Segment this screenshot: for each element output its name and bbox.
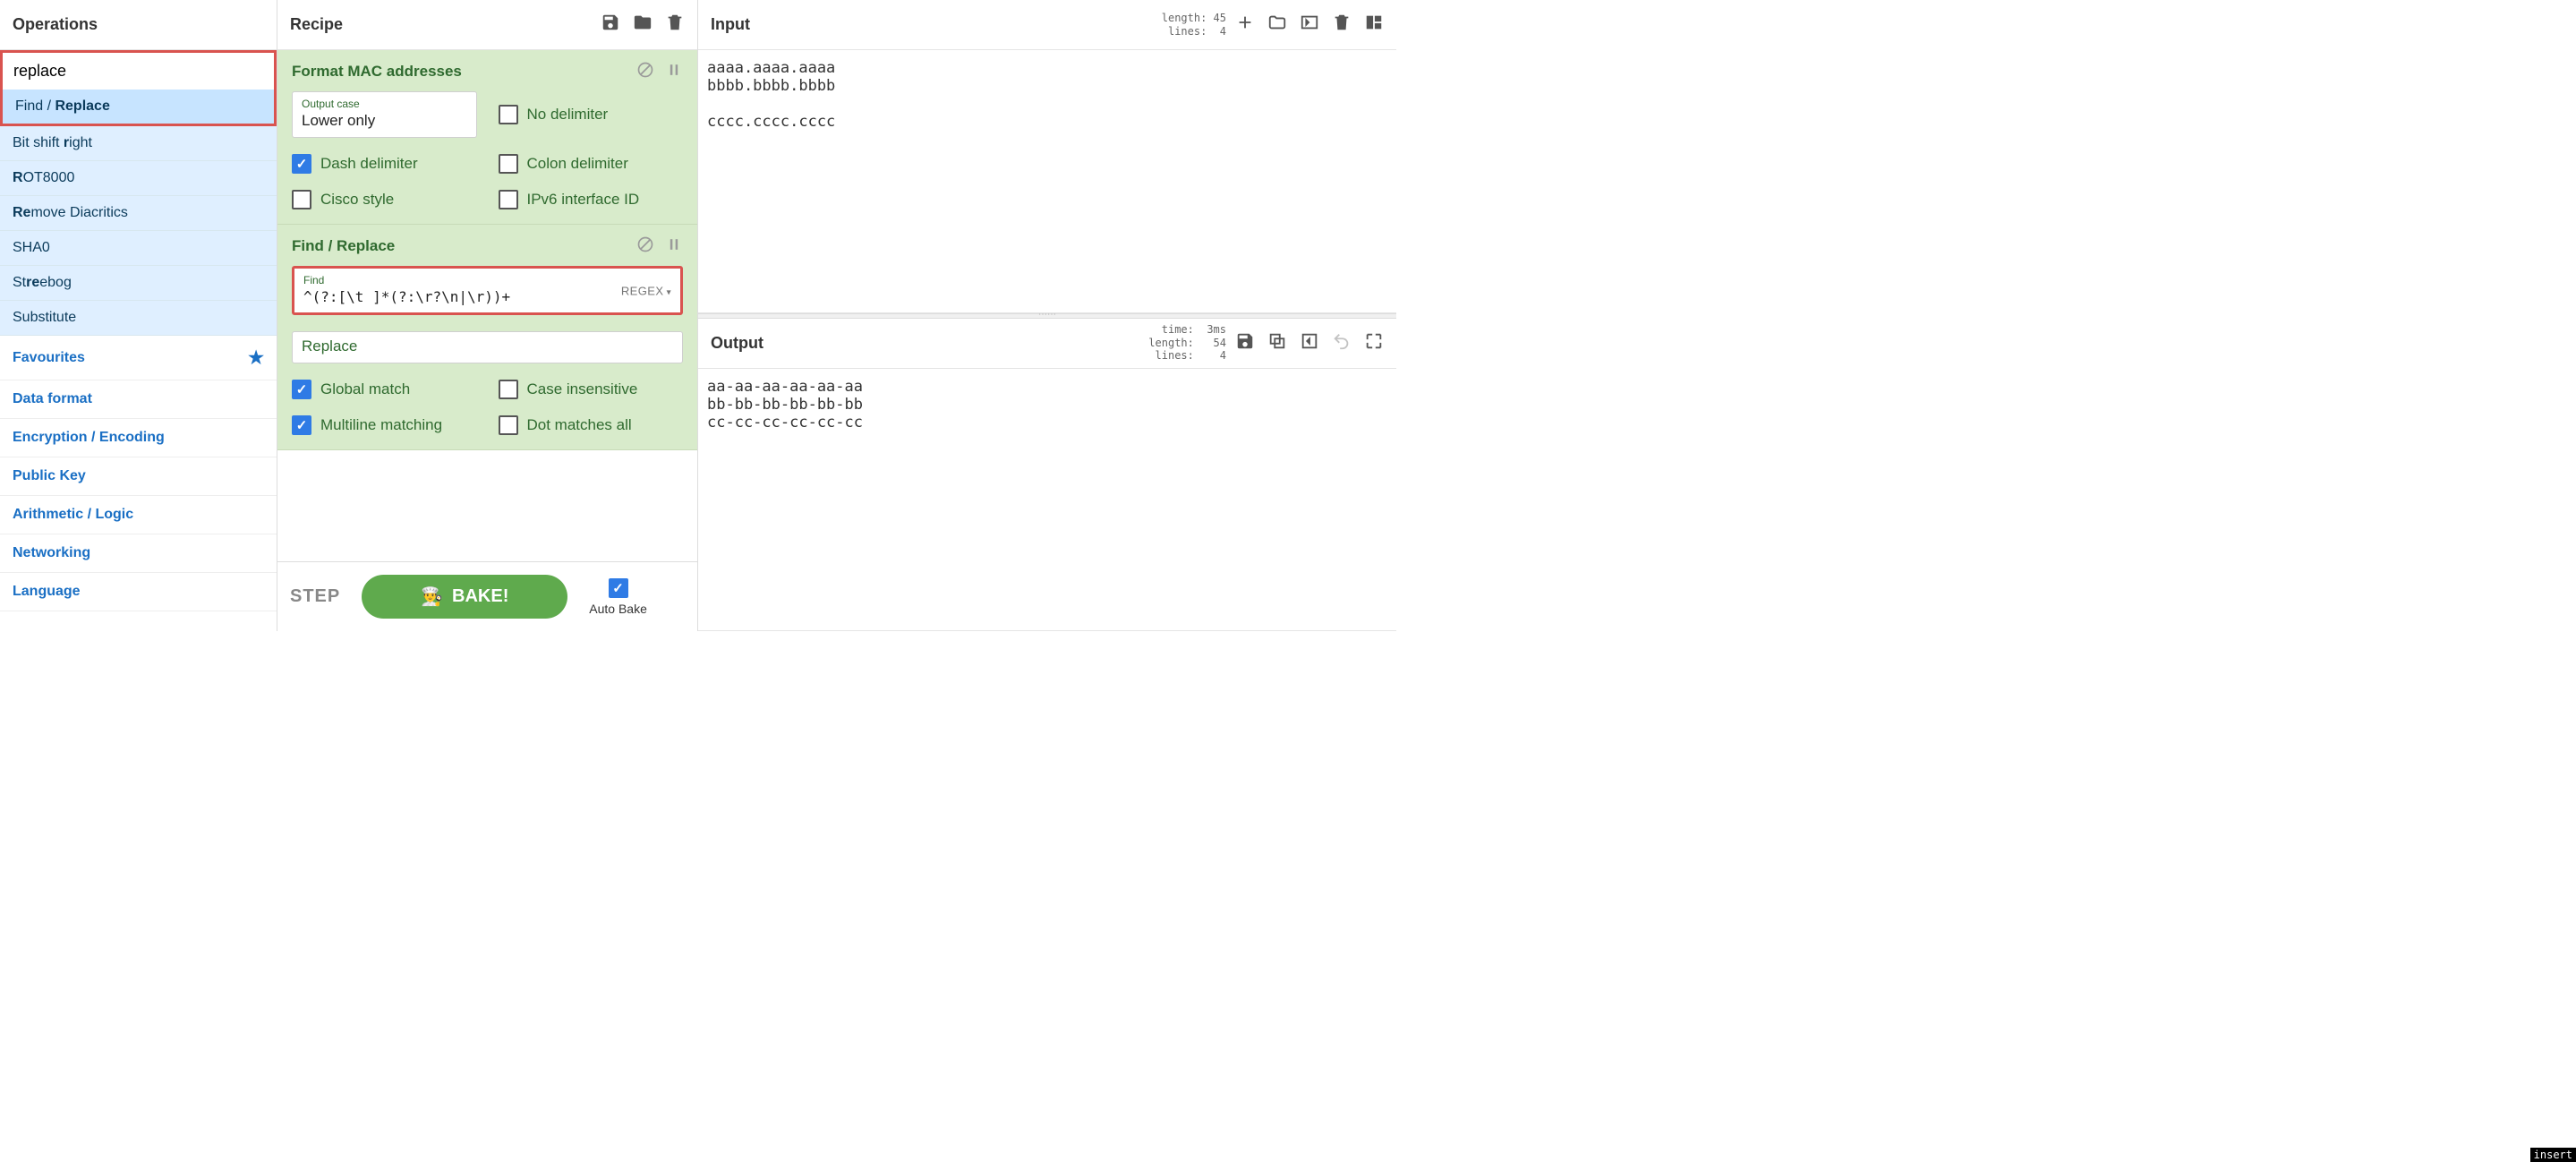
add-input-tab-icon[interactable] bbox=[1235, 13, 1255, 37]
category-item[interactable]: Language bbox=[0, 573, 277, 611]
disable-op-icon[interactable] bbox=[636, 235, 654, 257]
cisco-style-checkbox[interactable]: Cisco style bbox=[292, 190, 477, 209]
checkbox-icon bbox=[499, 190, 518, 209]
output-text: aa-aa-aa-aa-aa-aa bb-bb-bb-bb-bb-bb cc-c… bbox=[698, 369, 1396, 631]
operations-title: Operations bbox=[13, 15, 98, 34]
checkbox-icon bbox=[499, 154, 518, 174]
clear-input-icon[interactable] bbox=[1332, 13, 1352, 37]
checkbox-icon bbox=[292, 190, 311, 209]
io-resize-handle[interactable] bbox=[698, 313, 1396, 319]
bake-button[interactable]: 👨‍🍳 BAKE! bbox=[362, 575, 567, 619]
undo-icon[interactable] bbox=[1332, 331, 1352, 355]
open-file-icon[interactable] bbox=[1300, 13, 1319, 37]
operation-result[interactable]: ROT8000 bbox=[0, 161, 277, 196]
recipe-op-find-replace: Find / Replace Find ^(?:[\t ]*(?:\r?\n|\… bbox=[277, 225, 697, 450]
operation-result[interactable]: Streebog bbox=[0, 266, 277, 301]
operation-result[interactable]: Substitute bbox=[0, 301, 277, 336]
step-button[interactable]: STEP bbox=[290, 586, 340, 607]
recipe-op-title: Format MAC addresses bbox=[292, 63, 462, 81]
category-favourites[interactable]: Favourites ★ bbox=[0, 336, 277, 380]
recipe-panel: Recipe Format MAC addresses Output case … bbox=[277, 0, 698, 631]
category-item[interactable]: Networking bbox=[0, 534, 277, 573]
io-panel: Input length: 45 lines: 4 aaaa.aaaa.aaaa… bbox=[698, 0, 1396, 631]
operations-panel: Operations Find / Replace Bit shift righ… bbox=[0, 0, 277, 631]
input-meta: length: 45 lines: 4 bbox=[1162, 12, 1226, 38]
recipe-title: Recipe bbox=[290, 15, 343, 34]
save-output-icon[interactable] bbox=[1235, 331, 1255, 355]
replace-input-icon[interactable] bbox=[1300, 331, 1319, 355]
output-panel: Output time: 3ms length: 54 lines: 4 aa-… bbox=[698, 319, 1396, 632]
recipe-op-format-mac: Format MAC addresses Output case Lower o… bbox=[277, 50, 697, 225]
auto-bake-toggle[interactable]: Auto Bake bbox=[589, 578, 647, 616]
multiline-checkbox[interactable]: Multiline matching bbox=[292, 415, 477, 435]
star-icon: ★ bbox=[248, 346, 264, 369]
operations-header: Operations bbox=[0, 0, 277, 50]
checkbox-icon bbox=[609, 578, 628, 598]
dash-delimiter-checkbox[interactable]: Dash delimiter bbox=[292, 154, 477, 174]
input-textarea[interactable]: aaaa.aaaa.aaaa bbbb.bbbb.bbbb cccc.cccc.… bbox=[698, 50, 1396, 312]
dot-matches-all-checkbox[interactable]: Dot matches all bbox=[499, 415, 684, 435]
operation-result[interactable]: SHA0 bbox=[0, 231, 277, 266]
find-type-dropdown[interactable]: REGEX bbox=[621, 284, 671, 297]
global-match-checkbox[interactable]: Global match bbox=[292, 380, 477, 399]
maximise-output-icon[interactable] bbox=[1364, 331, 1384, 355]
checkbox-icon bbox=[499, 105, 518, 124]
checkbox-icon bbox=[499, 415, 518, 435]
replace-input[interactable]: Replace bbox=[292, 331, 683, 363]
checkbox-icon bbox=[292, 154, 311, 174]
category-item[interactable]: Public Key bbox=[0, 457, 277, 496]
reset-layout-icon[interactable] bbox=[1364, 13, 1384, 37]
chef-icon: 👨‍🍳 bbox=[421, 585, 443, 608]
checkbox-icon bbox=[292, 380, 311, 399]
operations-results-list: Find / Replace Bit shift right ROT8000 R… bbox=[0, 90, 277, 631]
open-recipe-icon[interactable] bbox=[633, 13, 653, 37]
category-item[interactable]: Arithmetic / Logic bbox=[0, 496, 277, 534]
disable-op-icon[interactable] bbox=[636, 61, 654, 82]
operations-search-wrap bbox=[0, 50, 277, 90]
case-insensitive-checkbox[interactable]: Case insensitive bbox=[499, 380, 684, 399]
open-folder-icon[interactable] bbox=[1267, 13, 1287, 37]
recipe-op-title: Find / Replace bbox=[292, 237, 395, 255]
output-title: Output bbox=[711, 334, 763, 353]
save-recipe-icon[interactable] bbox=[601, 13, 620, 37]
recipe-list: Format MAC addresses Output case Lower o… bbox=[277, 50, 697, 561]
clear-recipe-icon[interactable] bbox=[665, 13, 685, 37]
category-item[interactable]: Data format bbox=[0, 380, 277, 419]
operation-result[interactable]: Find / Replace bbox=[0, 90, 277, 126]
ipv6-interface-checkbox[interactable]: IPv6 interface ID bbox=[499, 190, 684, 209]
input-title: Input bbox=[711, 15, 750, 34]
no-delimiter-checkbox[interactable]: No delimiter bbox=[499, 91, 684, 138]
insert-mode-badge: insert bbox=[2530, 1148, 2576, 1162]
pause-op-icon[interactable] bbox=[665, 235, 683, 257]
category-item[interactable]: Encryption / Encoding bbox=[0, 419, 277, 457]
bake-bar: STEP 👨‍🍳 BAKE! Auto Bake bbox=[277, 561, 697, 631]
checkbox-icon bbox=[499, 380, 518, 399]
checkbox-icon bbox=[292, 415, 311, 435]
recipe-header: Recipe bbox=[277, 0, 697, 50]
operation-result[interactable]: Bit shift right bbox=[0, 126, 277, 161]
copy-output-icon[interactable] bbox=[1267, 331, 1287, 355]
output-meta: time: 3ms length: 54 lines: 4 bbox=[1148, 323, 1226, 362]
colon-delimiter-checkbox[interactable]: Colon delimiter bbox=[499, 154, 684, 174]
input-panel: Input length: 45 lines: 4 aaaa.aaaa.aaaa… bbox=[698, 0, 1396, 313]
operation-result[interactable]: Remove Diacritics bbox=[0, 196, 277, 231]
pause-op-icon[interactable] bbox=[665, 61, 683, 82]
output-case-select[interactable]: Output case Lower only bbox=[292, 91, 477, 138]
find-input[interactable]: Find ^(?:[\t ]*(?:\r?\n|\r))+ REGEX bbox=[292, 266, 683, 315]
operations-search-input[interactable] bbox=[0, 50, 277, 90]
